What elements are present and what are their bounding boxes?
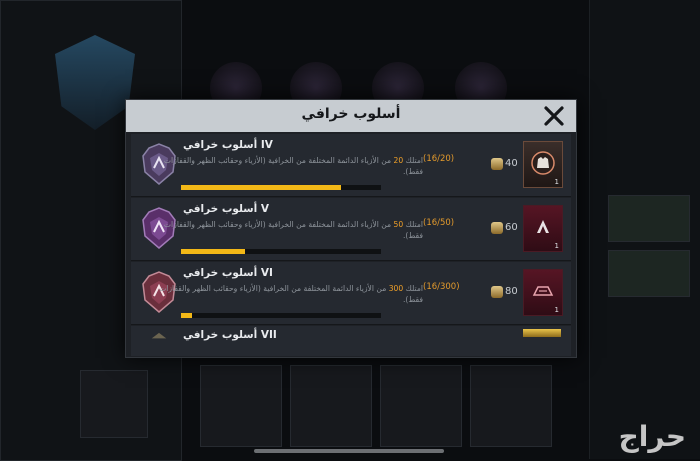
- achievement-name: أسلوب خرافي IV: [183, 139, 273, 151]
- reward-count: 1: [554, 178, 559, 186]
- reward-item[interactable]: 1: [523, 205, 563, 252]
- close-icon: [544, 106, 564, 126]
- reward-amount: 80: [505, 286, 518, 297]
- progress-bar: [181, 313, 381, 318]
- progress-fill: [181, 313, 192, 318]
- background-slot: [290, 365, 372, 447]
- background-slot: [80, 370, 148, 438]
- achievement-row: أسلوب خرافي VI امتلك 300 من الأزياء الدا…: [131, 262, 571, 325]
- achievement-name: أسلوب خرافي VII: [183, 329, 277, 341]
- achievement-progress: (16/300): [423, 282, 460, 292]
- reward-amount: 60: [505, 222, 518, 233]
- achievement-row: أسلوب خرافي V امتلك 50 من الأزياء الدائم…: [131, 198, 571, 261]
- achievement-progress: (16/20): [423, 154, 455, 164]
- coin-icon: [491, 158, 503, 170]
- achievement-description: امتلك 300 من الأزياء الدائمة المختلفة من…: [159, 284, 423, 304]
- achievement-dialog: أسلوب خرافي أسلوب خرافي IV امتلك 20 من ا…: [125, 99, 577, 358]
- background-slot: [608, 195, 690, 242]
- achievement-row: أسلوب خرافي VII: [131, 326, 571, 356]
- dialog-header: أسلوب خرافي: [126, 100, 576, 132]
- dialog-title: أسلوب خرافي: [301, 106, 401, 122]
- progress-fill: [181, 185, 341, 190]
- outfit-reward-icon: [532, 286, 554, 296]
- coin-icon: [491, 222, 503, 234]
- background-slot: [608, 250, 690, 297]
- outfit-reward-icon: [531, 151, 555, 175]
- reward-count: 1: [554, 306, 559, 314]
- home-indicator: [254, 449, 444, 453]
- watermark-logo: حراج: [618, 420, 686, 453]
- progress-bar: [181, 185, 381, 190]
- reward-item[interactable]: 1: [523, 141, 563, 188]
- coin-icon: [491, 286, 503, 298]
- reward-item[interactable]: 1: [523, 269, 563, 316]
- progress-bar: [181, 249, 381, 254]
- reward-amount: 40: [505, 158, 518, 169]
- achievement-list[interactable]: أسلوب خرافي IV امتلك 20 من الأزياء الدائ…: [126, 132, 576, 357]
- shield-medal-icon: [151, 332, 167, 339]
- background-slot: [380, 365, 462, 447]
- reward-item[interactable]: [523, 329, 561, 337]
- outfit-reward-icon: [537, 220, 549, 233]
- background-slot: [200, 365, 282, 447]
- achievement-description: امتلك 50 من الأزياء الدائمة المختلفة من …: [163, 220, 423, 240]
- achievement-description: امتلك 20 من الأزياء الدائمة المختلفة من …: [163, 156, 423, 176]
- reward-count: 1: [554, 242, 559, 250]
- background-slot: [470, 365, 552, 447]
- progress-fill: [181, 249, 245, 254]
- achievement-name: أسلوب خرافي V: [183, 203, 269, 215]
- close-button[interactable]: [541, 103, 567, 129]
- achievement-row: أسلوب خرافي IV امتلك 20 من الأزياء الدائ…: [131, 134, 571, 197]
- achievement-name: أسلوب خرافي VI: [183, 267, 273, 279]
- achievement-progress: (16/50): [423, 218, 455, 228]
